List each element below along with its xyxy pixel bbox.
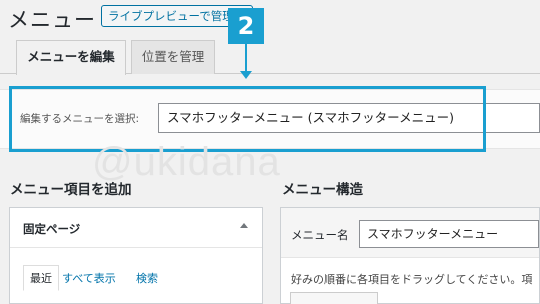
add-menu-items-title: メニュー項目を追加 bbox=[10, 182, 132, 198]
pages-panel-header[interactable]: 固定ページ bbox=[10, 208, 262, 248]
menu-name-input[interactable]: スマホフッターメニュー bbox=[359, 220, 539, 248]
menu-structure-title: メニュー構造 bbox=[282, 182, 363, 198]
pages-panel: 固定ページ 最近 すべて表示 検索 bbox=[9, 207, 263, 304]
menu-name-label: メニュー名 bbox=[291, 228, 349, 242]
arrow-down-icon bbox=[240, 71, 252, 79]
drag-instructions: 好みの順番に各項目をドラッグしてください。項 bbox=[291, 273, 533, 286]
tab-edit-menus[interactable]: メニューを編集 bbox=[16, 40, 126, 75]
tab-manage-locations[interactable]: 位置を管理 bbox=[131, 40, 215, 74]
partial-button[interactable] bbox=[290, 292, 378, 304]
menu-structure-panel: メニュー名 スマホフッターメニュー 好みの順番に各項目をドラッグしてください。項 bbox=[280, 207, 540, 304]
sub-tab-search[interactable]: 検索 bbox=[136, 270, 158, 286]
page-title: メニュー bbox=[8, 8, 96, 32]
sub-tab-view-all[interactable]: すべて表示 bbox=[62, 270, 116, 286]
arrow-line bbox=[245, 44, 247, 74]
pages-panel-title: 固定ページ bbox=[23, 222, 81, 236]
nav-tabs: メニューを編集 位置を管理 bbox=[0, 40, 540, 75]
sub-tab-recent[interactable]: 最近 bbox=[23, 265, 59, 291]
step-number-badge: 2 bbox=[228, 8, 264, 44]
collapse-arrow-icon[interactable] bbox=[240, 223, 248, 228]
menu-name-header: メニュー名 スマホフッターメニュー bbox=[281, 208, 539, 258]
